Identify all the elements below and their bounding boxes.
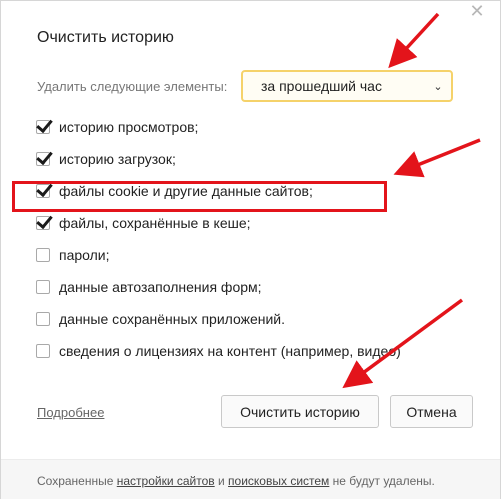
footer: Сохраненные настройки сайтов и поисковых…: [1, 459, 500, 499]
cancel-button[interactable]: Отмена: [390, 395, 473, 428]
delete-items-label: Удалить следующие элементы:: [37, 79, 228, 94]
option-label: историю просмотров;: [59, 119, 199, 135]
time-period-value: за прошедший час: [261, 78, 382, 94]
search-engines-link[interactable]: поисковых систем: [228, 474, 329, 488]
checkbox[interactable]: [36, 152, 50, 166]
footer-suffix: не будут удалены.: [329, 474, 435, 488]
option-autofill[interactable]: данные автозаполнения форм;: [36, 279, 262, 295]
option-download-history[interactable]: историю загрузок;: [36, 151, 176, 167]
time-period-select[interactable]: за прошедший час ⌄: [241, 70, 453, 102]
footer-middle: и: [214, 474, 229, 488]
option-label: данные сохранённых приложений.: [59, 311, 286, 327]
checkbox[interactable]: [36, 280, 50, 294]
chevron-down-icon: ⌄: [433, 80, 443, 93]
footer-prefix: Сохраненные: [37, 474, 117, 488]
checkbox[interactable]: [36, 120, 50, 134]
annotation-highlight-box: [12, 181, 387, 212]
close-icon[interactable]: ✕: [467, 1, 487, 21]
details-link[interactable]: Подробнее: [37, 405, 104, 420]
option-browsing-history[interactable]: историю просмотров;: [36, 119, 198, 135]
option-cache[interactable]: файлы, сохранённые в кеше;: [36, 215, 251, 231]
checkbox[interactable]: [36, 248, 50, 262]
option-licenses[interactable]: сведения о лицензиях на контент (наприме…: [36, 343, 401, 359]
checkbox[interactable]: [36, 216, 50, 230]
checkbox[interactable]: [36, 344, 50, 358]
checkbox[interactable]: [36, 312, 50, 326]
clear-history-dialog: ✕ Очистить историю Удалить следующие эле…: [0, 0, 501, 499]
option-passwords[interactable]: пароли;: [36, 247, 110, 263]
option-label: историю загрузок;: [59, 151, 176, 167]
option-label: файлы, сохранённые в кеше;: [59, 215, 251, 231]
dialog-title: Очистить историю: [37, 29, 174, 46]
option-label: пароли;: [59, 247, 110, 263]
site-settings-link[interactable]: настройки сайтов: [117, 474, 215, 488]
footer-note: Сохраненные настройки сайтов и поисковых…: [37, 474, 435, 488]
option-label: данные автозаполнения форм;: [59, 279, 262, 295]
option-app-data[interactable]: данные сохранённых приложений.: [36, 311, 285, 327]
clear-history-button[interactable]: Очистить историю: [221, 395, 379, 428]
option-label: сведения о лицензиях на контент (наприме…: [59, 343, 401, 359]
